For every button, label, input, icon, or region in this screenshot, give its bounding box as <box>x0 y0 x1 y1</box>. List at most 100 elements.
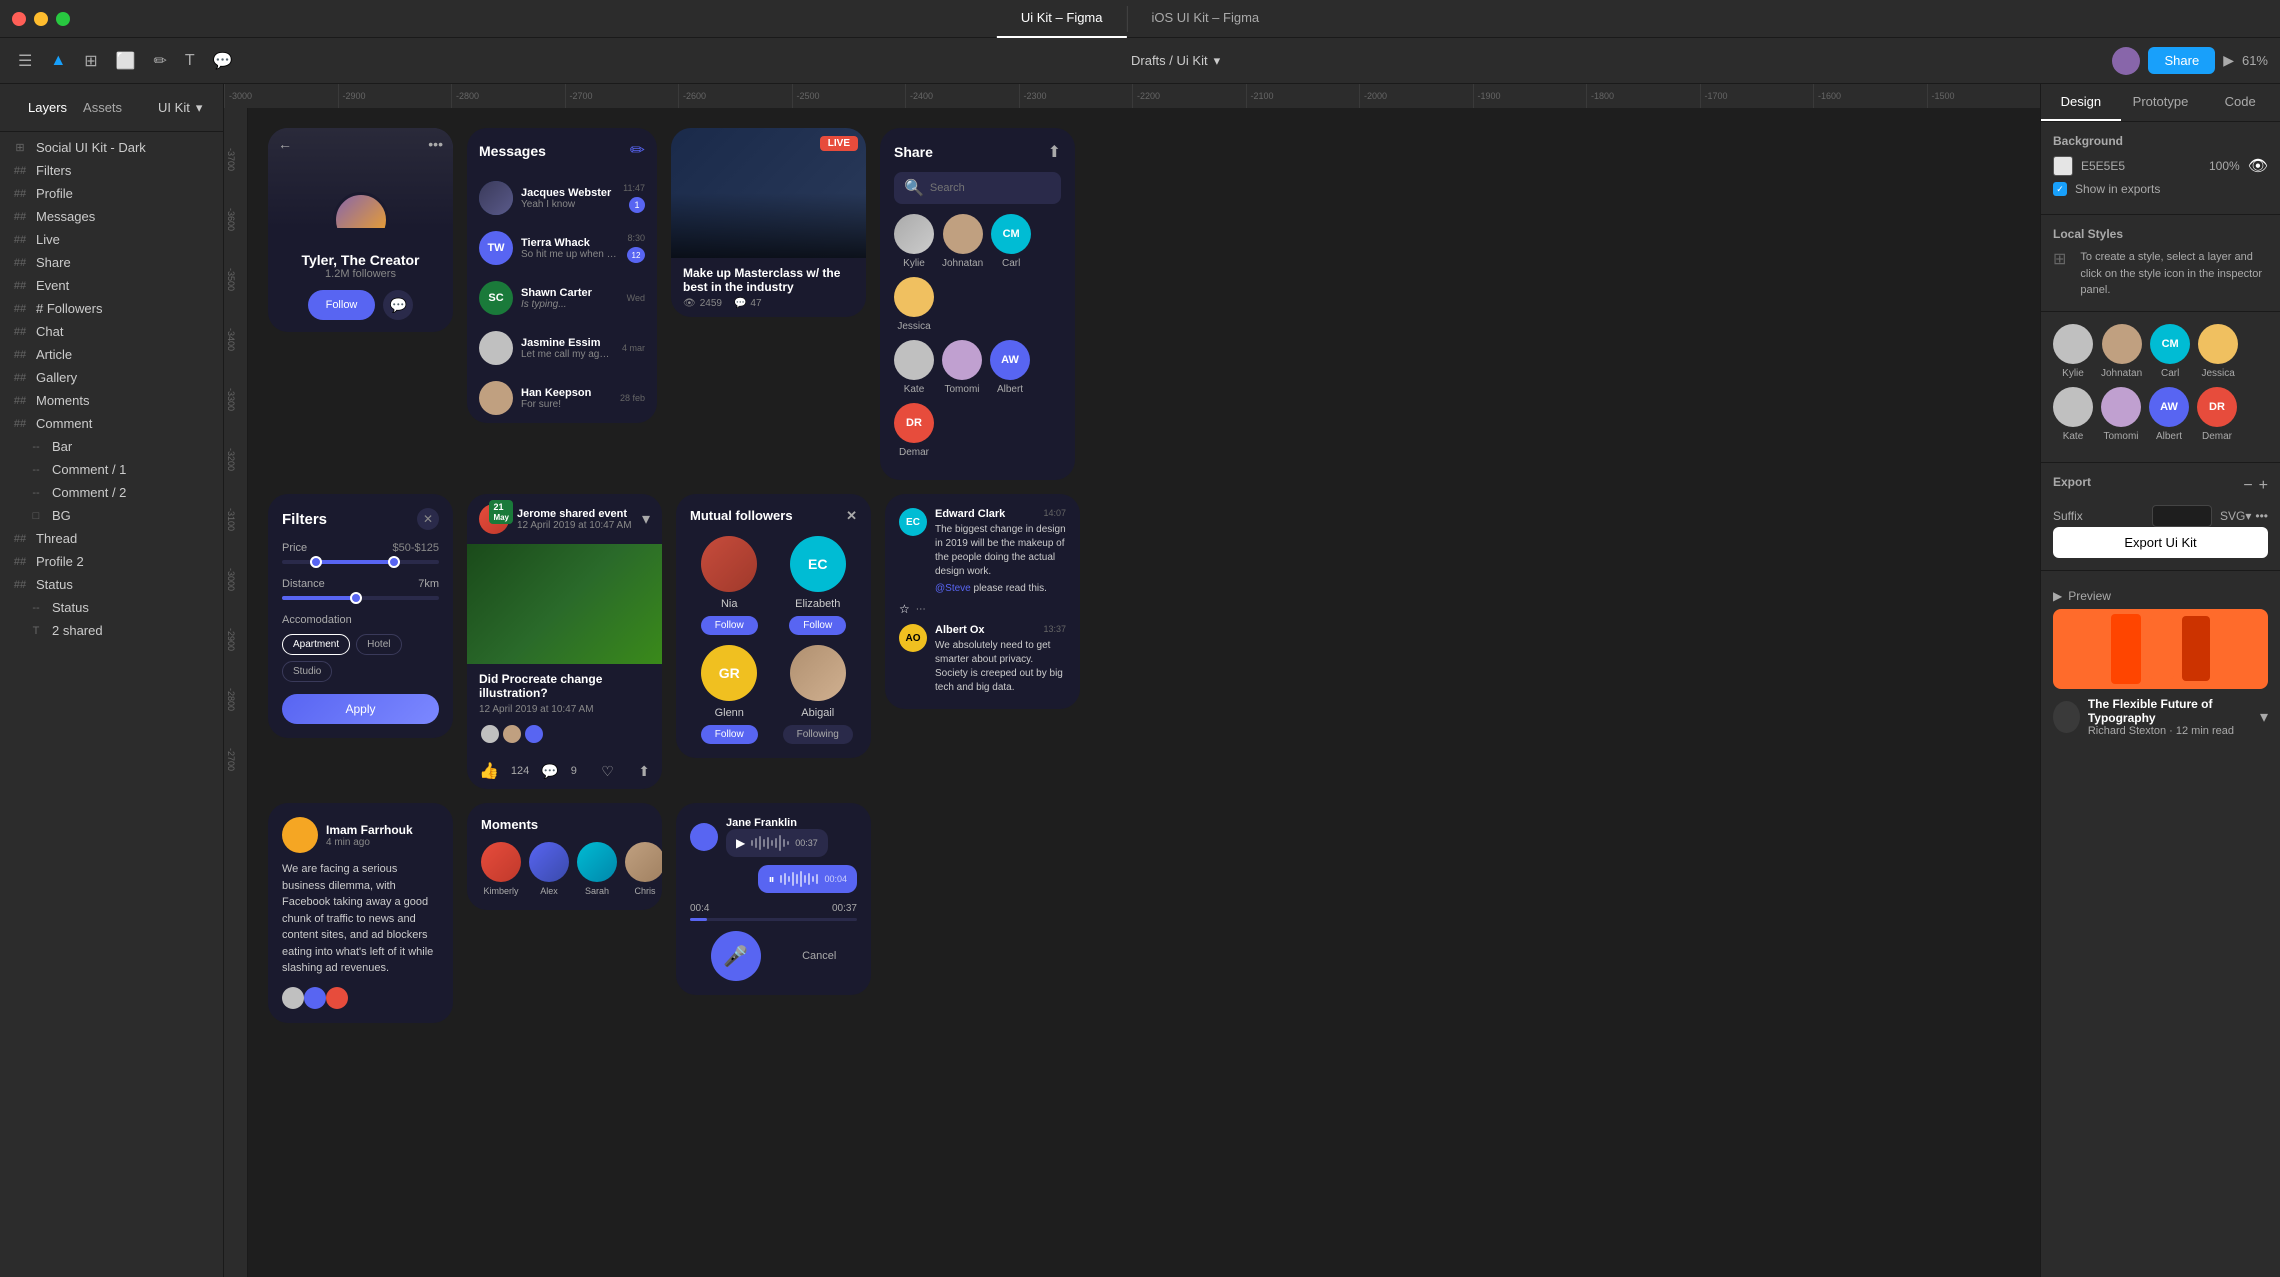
tag-hotel[interactable]: Hotel <box>356 634 401 655</box>
play-button[interactable]: ▶ <box>2223 52 2234 69</box>
add-export-button[interactable]: + <box>2259 477 2268 495</box>
share-export-icon[interactable]: ⬆ <box>1048 142 1061 162</box>
tag-apartment[interactable]: Apartment <box>282 634 350 655</box>
show-exports-label: Show in exports <box>2075 182 2160 196</box>
distance-thumb[interactable] <box>350 592 362 604</box>
share-search[interactable]: 🔍 <box>894 172 1061 204</box>
share-icon[interactable]: ⬆ <box>638 763 650 780</box>
sidebar-item-messages[interactable]: ##Messages <box>0 205 223 228</box>
cursor-tool[interactable]: ▲ <box>44 48 72 74</box>
sidebar-item-live[interactable]: ##Live <box>0 228 223 251</box>
chat-time2: 13:37 <box>1043 624 1066 636</box>
text-tool[interactable]: T <box>179 48 201 74</box>
layers-tab[interactable]: Layers <box>20 96 75 119</box>
message-item[interactable]: Jacques Webster Yeah I know 11:47 1 <box>467 173 657 223</box>
close-button[interactable] <box>12 12 26 26</box>
heart-icon[interactable]: ♡ <box>601 763 614 780</box>
suffix-input[interactable] <box>2152 505 2212 527</box>
menu-button[interactable]: ☰ <box>12 47 38 75</box>
elizabeth-follow-button[interactable]: Follow <box>789 616 846 635</box>
sidebar-item-article[interactable]: ##Article <box>0 343 223 366</box>
chat-user2: Albert Ox <box>935 624 985 636</box>
play-icon[interactable]: ▶ <box>736 836 745 850</box>
sidebar-item-status[interactable]: ##Status <box>0 573 223 596</box>
tab-prototype[interactable]: Prototype <box>2121 84 2201 121</box>
sidebar-item-profile2[interactable]: ##Profile 2 <box>0 550 223 573</box>
more-options-icon[interactable]: ••• <box>2255 509 2268 523</box>
like-icon[interactable]: 👍 <box>479 761 499 781</box>
chat-reactions: ☆ ⋯ <box>899 602 1066 616</box>
nia-follow-button[interactable]: Follow <box>701 616 758 635</box>
tab-code[interactable]: Code <box>2200 84 2280 121</box>
expand-icon[interactable]: ▾ <box>642 509 650 529</box>
assets-tab[interactable]: Assets <box>75 96 130 119</box>
sidebar-item-shared[interactable]: T2 shared <box>0 619 223 642</box>
comment-tool[interactable]: 💬 <box>207 47 239 75</box>
price-slider[interactable] <box>282 560 439 564</box>
share-button[interactable]: Share <box>2148 47 2215 74</box>
sidebar-item-bg[interactable]: □BG <box>0 504 223 527</box>
sidebar-item-moments[interactable]: ##Moments <box>0 389 223 412</box>
distance-fill <box>282 596 353 600</box>
preview-expand[interactable]: ▶ Preview <box>2053 583 2268 609</box>
sidebar-item-filters[interactable]: ##Filters <box>0 159 223 182</box>
apply-button[interactable]: Apply <box>282 694 439 724</box>
share-search-input[interactable] <box>930 182 1072 194</box>
pen-tool[interactable]: ✏ <box>148 47 173 75</box>
sidebar-item-chat[interactable]: ##Chat <box>0 320 223 343</box>
show-exports-checkbox[interactable]: ✓ <box>2053 182 2067 196</box>
sidebar-item-thread[interactable]: ##Thread <box>0 527 223 550</box>
message-item[interactable]: TW Tierra Whack So hit me up when you're… <box>467 223 657 273</box>
tab-ios[interactable]: iOS UI Kit – Figma <box>1128 0 1284 38</box>
star-icon[interactable]: ☆ <box>899 602 910 616</box>
comment-icon[interactable]: 💬 <box>541 763 558 780</box>
slider-thumb-left[interactable] <box>310 556 322 568</box>
rec-end-time: 00:37 <box>832 903 857 914</box>
slider-thumb-right[interactable] <box>388 556 400 568</box>
tab-uikit[interactable]: Ui Kit – Figma <box>997 0 1127 38</box>
kit-selector[interactable]: UI Kit ▾ <box>150 96 210 120</box>
mic-button[interactable]: 🎤 <box>711 931 761 981</box>
minimize-button[interactable] <box>34 12 48 26</box>
canvas[interactable]: -3000 -2900 -2800 -2700 -2600 -2500 -240… <box>224 84 2040 1277</box>
glenn-follow-button[interactable]: Follow <box>701 725 758 744</box>
message-item[interactable]: Han Keepson For sure! 28 feb <box>467 373 657 423</box>
mutual-close[interactable]: ✕ <box>846 508 857 524</box>
sidebar-item-comment1[interactable]: --Comment / 1 <box>0 458 223 481</box>
sidebar-item-followers[interactable]: ### Followers <box>0 297 223 320</box>
sidebar-item-status2[interactable]: --Status <box>0 596 223 619</box>
message-button[interactable]: 💬 <box>383 290 413 320</box>
sidebar-item-event[interactable]: ##Event <box>0 274 223 297</box>
message-item[interactable]: SC Shawn Carter Is typing... Wed <box>467 273 657 323</box>
abigail-following-button[interactable]: Following <box>783 725 853 744</box>
bg-color-swatch[interactable] <box>2053 156 2073 176</box>
sidebar-item-root[interactable]: ⊞ Social UI Kit - Dark <box>0 136 223 159</box>
filter-close-button[interactable]: ✕ <box>417 508 439 530</box>
message-item[interactable]: Jasmine Essim Let me call my agency 4 ma… <box>467 323 657 373</box>
sidebar-item-bar[interactable]: --Bar <box>0 435 223 458</box>
shape-tool[interactable]: ⬜ <box>110 47 142 75</box>
chevron-down-icon[interactable]: ▾ <box>2260 707 2268 727</box>
frame-tool[interactable]: ⊞ <box>78 47 103 75</box>
bg-color-value: E5E5E5 <box>2081 159 2125 173</box>
follow-button[interactable]: Follow <box>308 290 376 320</box>
cancel-button[interactable]: Cancel <box>802 950 836 962</box>
sidebar-item-share[interactable]: ##Share <box>0 251 223 274</box>
canvas-frames: ← ••• Tyler, The Creator 1.2M followers … <box>248 108 2040 1277</box>
compose-icon[interactable]: ✏ <box>630 140 645 161</box>
remove-export-button[interactable]: − <box>2243 477 2252 495</box>
price-range: $50-$125 <box>393 542 440 554</box>
sidebar-item-comment[interactable]: ##Comment <box>0 412 223 435</box>
visibility-icon[interactable]: 👁 <box>2248 156 2268 176</box>
fullscreen-button[interactable] <box>56 12 70 26</box>
comment-count: 9 <box>571 765 577 777</box>
distance-slider[interactable] <box>282 596 439 600</box>
sidebar-item-comment2[interactable]: --Comment / 2 <box>0 481 223 504</box>
tag-studio[interactable]: Studio <box>282 661 332 682</box>
tab-design[interactable]: Design <box>2041 84 2121 121</box>
profile-actions: Follow 💬 <box>280 290 441 320</box>
pause-icon[interactable]: ⏸ <box>768 872 774 887</box>
export-button[interactable]: Export Ui Kit <box>2053 527 2268 558</box>
sidebar-item-gallery[interactable]: ##Gallery <box>0 366 223 389</box>
sidebar-item-profile[interactable]: ##Profile <box>0 182 223 205</box>
